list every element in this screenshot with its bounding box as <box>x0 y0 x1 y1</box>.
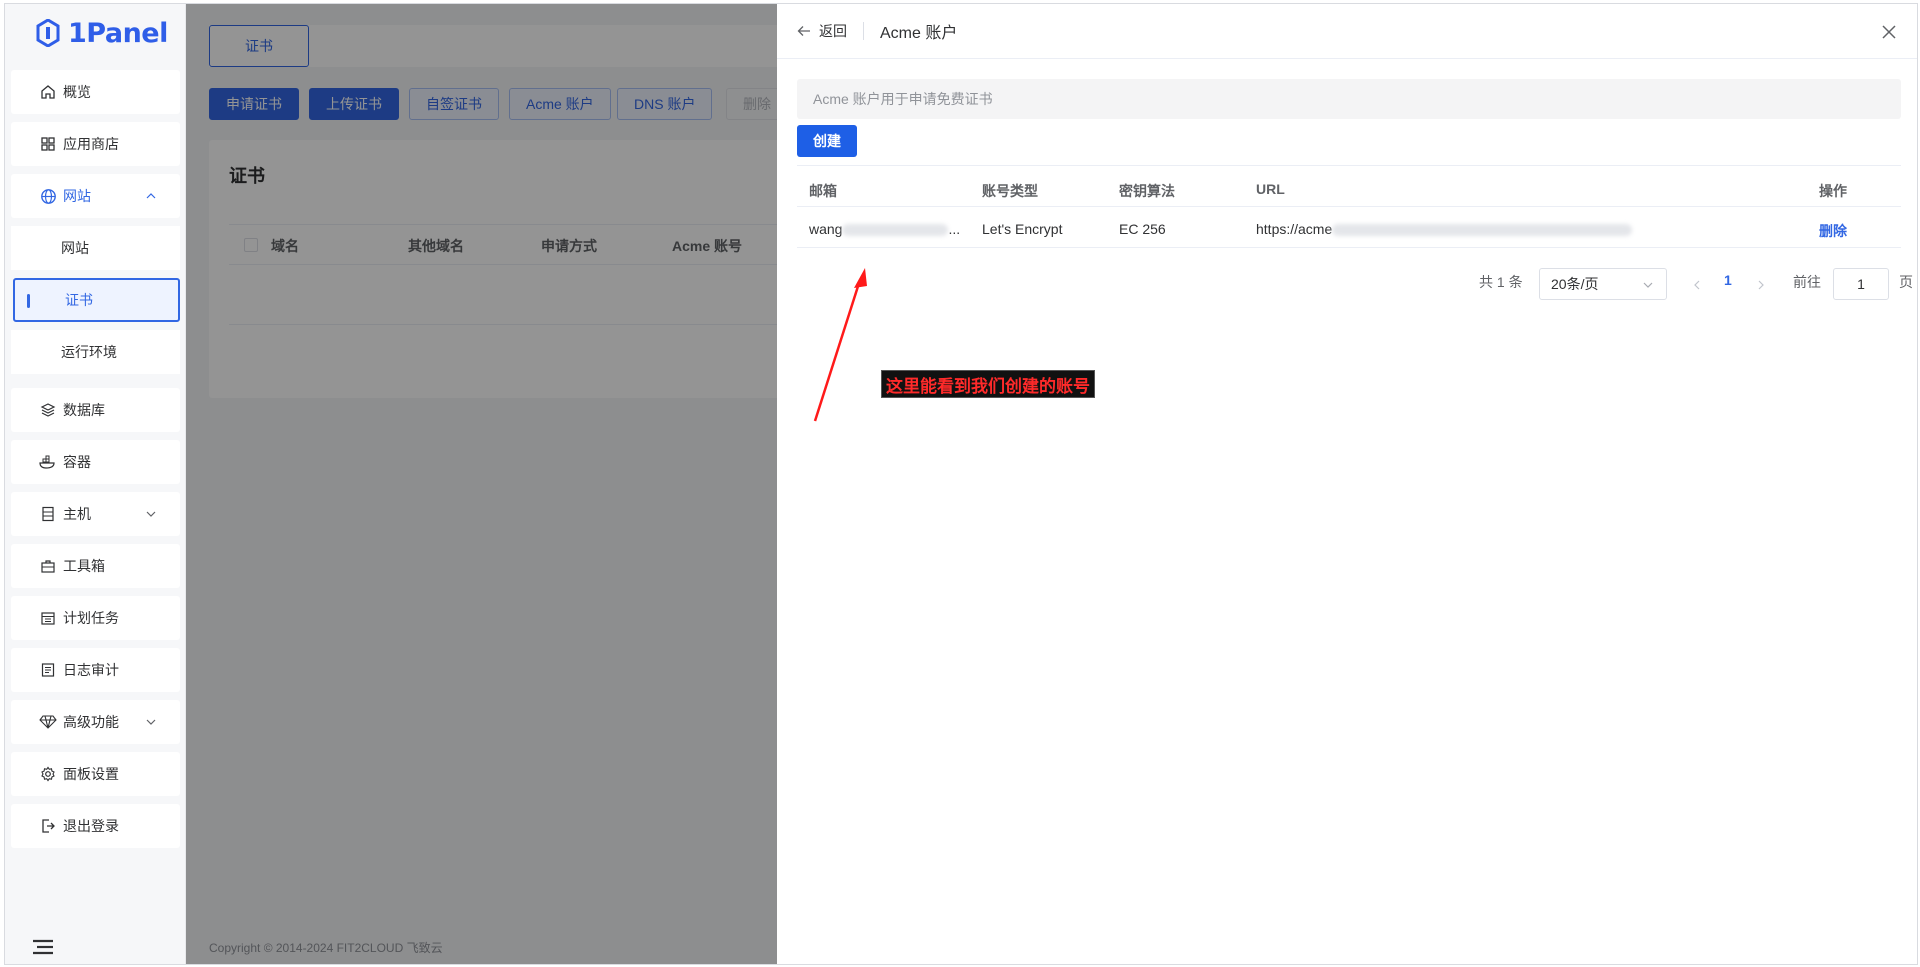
divider <box>797 247 1901 248</box>
redacted-blur <box>1332 224 1633 237</box>
sidebar-item-log-audit[interactable]: 日志审计 <box>11 648 180 692</box>
sidebar-item-label: 日志审计 <box>63 662 119 678</box>
sidebar-item-label: 证书 <box>65 292 93 308</box>
sidebar-subitem-certificate[interactable]: 证书 <box>13 278 180 322</box>
pagination-total: 共 1 条 <box>1479 274 1523 290</box>
sidebar-item-label: 工具箱 <box>63 558 105 574</box>
app-window: 1Panel 概览 应用商店 网站 网站 证书 运行环境 数据库 容器 主机 工… <box>4 3 1918 965</box>
back-button[interactable]: 返回 <box>797 21 847 41</box>
redacted-blur <box>842 224 949 237</box>
divider <box>797 206 1901 207</box>
annotation-arrow <box>813 268 867 422</box>
prev-page-icon[interactable] <box>1693 280 1701 290</box>
back-label: 返回 <box>819 23 847 39</box>
sidebar-item-website[interactable]: 网站 <box>11 174 180 218</box>
globe-icon <box>39 187 57 205</box>
chevron-up-icon <box>146 193 156 199</box>
sidebar-item-label: 容器 <box>63 454 91 470</box>
column-header: 操作 <box>1819 183 1847 199</box>
column-header: 账号类型 <box>982 183 1038 199</box>
sidebar-item-host[interactable]: 主机 <box>11 492 180 536</box>
logout-icon <box>39 817 57 835</box>
drawer-header: 返回 Acme 账户 <box>777 4 1917 59</box>
sidebar-item-label: 网站 <box>61 240 89 256</box>
next-page-icon[interactable] <box>1757 280 1765 290</box>
cell-key-algorithm: EC 256 <box>1119 221 1166 237</box>
goto-page-input[interactable]: 1 <box>1833 268 1889 300</box>
chevron-down-icon <box>146 719 156 725</box>
delete-link[interactable]: 删除 <box>1819 221 1847 241</box>
divider <box>863 22 864 40</box>
page-size-select[interactable]: 20条/页 <box>1539 268 1667 300</box>
logo[interactable]: 1Panel <box>5 4 185 62</box>
close-icon[interactable] <box>1881 24 1897 40</box>
gear-icon <box>39 765 57 783</box>
sidebar: 1Panel 概览 应用商店 网站 网站 证书 运行环境 数据库 容器 主机 工… <box>5 4 186 964</box>
url-text: https://acme <box>1256 221 1333 237</box>
sidebar-item-panel-settings[interactable]: 面板设置 <box>11 752 180 796</box>
arrow-left-icon <box>797 26 810 36</box>
sidebar-item-label: 主机 <box>63 506 91 522</box>
sidebar-item-toolbox[interactable]: 工具箱 <box>11 544 180 588</box>
logo-icon <box>36 19 60 47</box>
sidebar-item-label: 概览 <box>63 84 91 100</box>
chevron-down-icon <box>1643 282 1653 288</box>
sidebar-item-advanced[interactable]: 高级功能 <box>11 700 180 744</box>
sidebar-item-label: 面板设置 <box>63 766 119 782</box>
info-alert: Acme 账户用于申请免费证书 <box>797 79 1901 119</box>
cell-email: wang... <box>809 221 960 237</box>
home-icon <box>39 83 57 101</box>
goto-label: 前往 <box>1793 274 1821 290</box>
annotation-label: 这里能看到我们创建的账号 <box>881 370 1095 398</box>
sidebar-item-label: 网站 <box>63 188 91 204</box>
cell-account-type: Let's Encrypt <box>982 221 1063 237</box>
sidebar-item-label: 高级功能 <box>63 714 119 730</box>
page-suffix: 页 <box>1899 274 1913 290</box>
sidebar-item-database[interactable]: 数据库 <box>11 388 180 432</box>
drawer-title: Acme 账户 <box>880 25 958 42</box>
layers-icon <box>39 401 57 419</box>
grid-icon <box>39 135 57 153</box>
sidebar-item-label: 运行环境 <box>61 344 117 360</box>
sidebar-item-container[interactable]: 容器 <box>11 440 180 484</box>
log-icon <box>39 661 57 679</box>
ellipsis-text: ... <box>948 221 961 237</box>
sidebar-item-cron[interactable]: 计划任务 <box>11 596 180 640</box>
sidebar-item-app-store[interactable]: 应用商店 <box>11 122 180 166</box>
email-text: wang <box>809 221 843 237</box>
sidebar-subitem-runtime[interactable]: 运行环境 <box>11 330 180 374</box>
create-button[interactable]: 创建 <box>797 125 857 157</box>
sidebar-item-logout[interactable]: 退出登录 <box>11 804 180 848</box>
divider <box>797 165 1901 166</box>
cell-url: https://acme <box>1256 221 1633 237</box>
docker-icon <box>39 453 57 471</box>
calendar-icon <box>39 609 57 627</box>
menu-collapse-icon[interactable] <box>32 938 54 956</box>
column-header: 邮箱 <box>809 183 837 199</box>
active-indicator <box>27 294 30 308</box>
acme-account-drawer: 返回 Acme 账户 Acme 账户用于申请免费证书 创建 邮箱 账号类型 密钥… <box>777 4 1917 964</box>
toolbox-icon <box>39 557 57 575</box>
sidebar-item-label: 退出登录 <box>63 818 119 834</box>
sidebar-item-overview[interactable]: 概览 <box>11 70 180 114</box>
column-header: URL <box>1256 181 1285 197</box>
logo-text: 1Panel <box>68 17 168 49</box>
sidebar-item-label: 计划任务 <box>63 610 119 626</box>
diamond-icon <box>39 713 57 731</box>
chevron-down-icon <box>146 511 156 517</box>
column-header: 密钥算法 <box>1119 183 1175 199</box>
sidebar-item-label: 应用商店 <box>63 136 119 152</box>
page-number-current[interactable]: 1 <box>1724 272 1732 288</box>
sidebar-subitem-website[interactable]: 网站 <box>11 226 180 270</box>
sidebar-item-label: 数据库 <box>63 402 105 418</box>
server-icon <box>39 505 57 523</box>
page-size-value: 20条/页 <box>1551 276 1599 292</box>
